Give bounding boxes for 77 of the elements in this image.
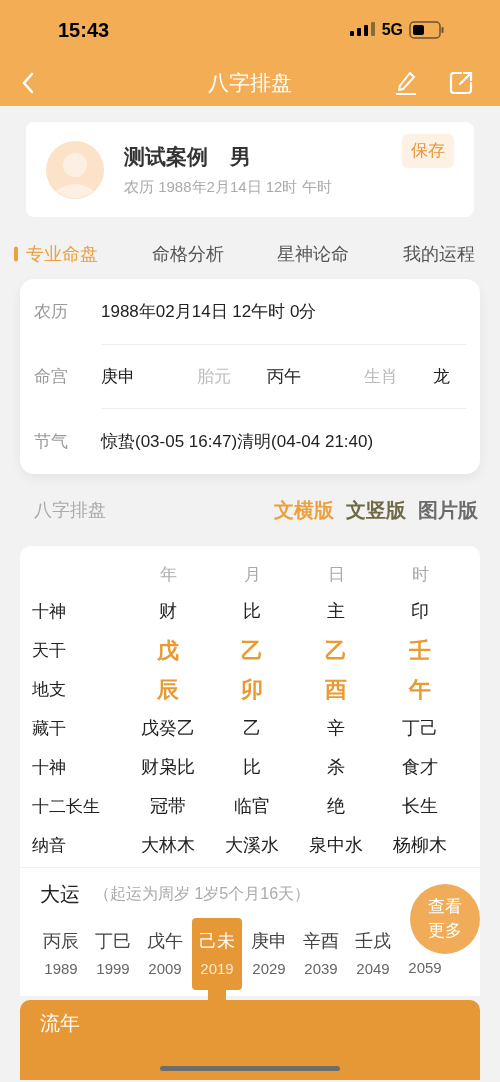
profile-name: 测试案例 (124, 143, 208, 170)
edit-icon[interactable] (394, 70, 418, 96)
liunian-title: 流年 (40, 1011, 81, 1036)
field-label: 节气 (34, 430, 69, 453)
table-cell-text: 冠带 (149, 795, 187, 818)
row-label: 地支 (31, 678, 67, 701)
row-label: 十神 (31, 756, 67, 779)
field-value: 龙 (433, 365, 450, 388)
dayun-item[interactable]: 庚申 2029 (244, 918, 294, 990)
page-title: 八字排盘 (208, 70, 292, 97)
table-cell-text: 戊癸乙 (140, 717, 196, 740)
table-cell-text: 长生 (401, 795, 439, 818)
dayun-item[interactable]: 戊午 2009 (140, 918, 190, 990)
network-label: 5G (381, 20, 403, 40)
view-option[interactable]: 文竖版 (346, 495, 406, 525)
table-cell-text: 泉中水 (308, 834, 364, 857)
dayun-item[interactable]: 辛酉 2039 (296, 918, 346, 990)
table-cell-text: 辛 (326, 717, 346, 740)
row-label: 藏干 (31, 717, 67, 740)
table-cell-text: 大林木 (140, 834, 196, 857)
table-cell-text: 临官 (233, 795, 271, 818)
dayun-item[interactable]: 2059 (408, 956, 442, 979)
table-cell-text: 比 (242, 600, 262, 623)
dayun-title: 大运 (40, 882, 80, 907)
profile-birth-info: 农历 1988年2月14日 12时 午时 (124, 177, 332, 197)
tab[interactable]: 我的运程 (390, 240, 475, 268)
table-cell-text: 杨柳木 (392, 834, 448, 857)
table-cell-text: 辰 (156, 676, 180, 704)
status-time: 15:43 (58, 18, 110, 43)
field-value: 惊蛰(03-05 16:47)清明(04-04 21:40) (101, 430, 374, 453)
table-cell-text: 乙 (324, 637, 348, 665)
row-label: 天干 (31, 639, 67, 662)
table-cell-text: 戊 (156, 637, 180, 665)
back-icon[interactable] (20, 71, 36, 95)
field-label: 生肖 (364, 365, 399, 388)
battery-icon (409, 21, 445, 39)
dayun-item[interactable]: 丁巳 1999 (88, 918, 138, 990)
row-label: 十神 (31, 600, 67, 623)
dayun-note: （起运为周岁 1岁5个月16天） (94, 884, 311, 904)
table-cell-text: 财枭比 (140, 756, 196, 779)
table-cell-text: 卯 (240, 676, 264, 704)
table-cell-text: 食才 (401, 756, 439, 779)
table-cell-text: 乙 (242, 717, 262, 740)
tab[interactable]: 星神论命 (265, 240, 350, 268)
field-label: 农历 (34, 300, 69, 323)
column-header: 年 (158, 564, 178, 587)
table-cell-text: 壬 (408, 637, 432, 665)
table-cell-text: 主 (326, 600, 346, 623)
field-value: 丙午 (267, 365, 302, 388)
table-cell-text: 乙 (240, 637, 264, 665)
row-label: 纳音 (31, 834, 67, 857)
dayun-item[interactable]: 壬戌 2049 (348, 918, 398, 990)
profile-gender: 男 (230, 143, 251, 170)
tab[interactable]: 命格分析 (139, 240, 224, 268)
table-cell-text: 大溪水 (224, 834, 280, 857)
column-header: 时 (410, 564, 430, 587)
field-label: 胎元 (197, 365, 232, 388)
table-cell-text: 绝 (326, 795, 346, 818)
column-header: 日 (326, 564, 346, 587)
column-header: 月 (242, 564, 262, 587)
field-value: 庚申 (101, 365, 136, 388)
table-cell-text: 财 (158, 600, 178, 623)
avatar-icon (46, 140, 104, 199)
signal-icon (349, 22, 376, 38)
row-label: 十二长生 (31, 795, 101, 818)
table-cell-text: 比 (242, 756, 262, 779)
share-icon[interactable] (448, 70, 474, 96)
field-value: 1988年02月14日 12午时 0分 (101, 300, 317, 323)
table-cell-text: 酉 (324, 676, 348, 704)
view-option[interactable]: 图片版 (418, 495, 478, 525)
table-cell-text: 印 (410, 600, 430, 623)
section-title: 八字排盘 (34, 498, 106, 522)
field-label: 命宫 (34, 365, 69, 388)
dayun-item[interactable]: 丙辰 1989 (36, 918, 86, 990)
table-cell-text: 杀 (326, 756, 346, 779)
table-cell-text: 午 (407, 676, 432, 704)
table-cell-text: 丁己 (401, 717, 439, 740)
